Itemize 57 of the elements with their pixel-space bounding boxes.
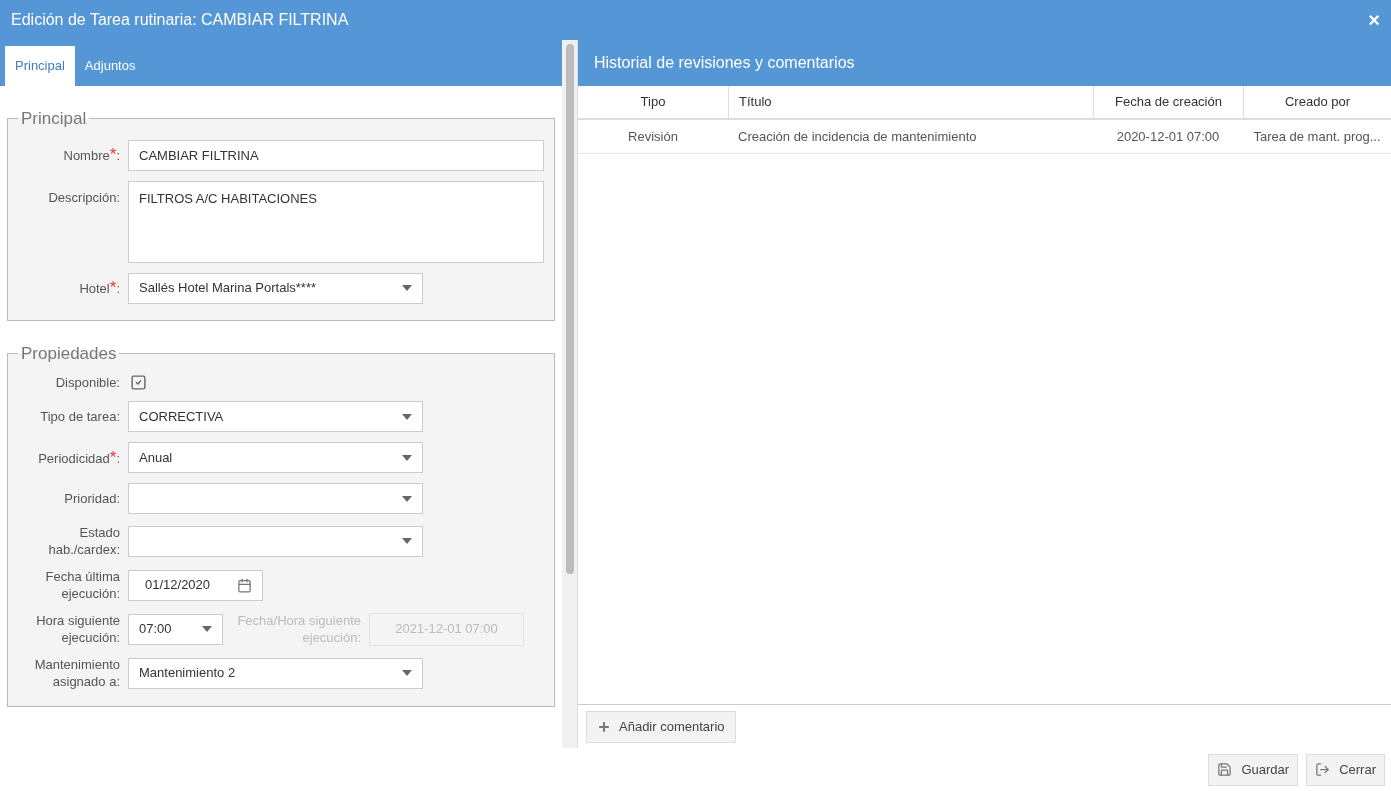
panel-title: Historial de revisiones y comentarios [594,53,855,73]
dropdown-caret-icon [402,285,412,291]
table-cell-text: Creación de incidencia de mantenimiento [737,127,978,146]
field-label: Fecha última ejecución: [45,569,120,601]
field-label: Nombre [63,148,110,163]
field-label: Estado hab./cardex: [48,525,120,557]
close-dialog-button[interactable]: Cerrar [1306,753,1385,786]
field-label: Descripción: [48,189,120,205]
field-label: Disponible: [55,375,120,390]
dropdown-caret-icon [402,538,412,544]
dropdown[interactable]: Anual [128,442,423,473]
plus-icon [597,719,611,734]
name-input[interactable]: CAMBIAR FILTRINA [128,139,544,171]
section-title: Propiedades [20,342,118,365]
table-cell-text: Revisión [627,127,679,146]
field-label: Tipo de tarea: [40,409,120,424]
dropdown-caret-icon [402,413,412,420]
field-label: Hotel [79,281,110,296]
dropdown[interactable]: CORRECTIVA [128,401,423,432]
field-label: Periodicidad [38,450,110,466]
dropdown-caret-icon [402,670,412,676]
dropdown[interactable] [128,525,423,557]
description-textarea[interactable]: FILTROS A/C HABITACIONES [128,180,544,263]
table-cell-text: Tarea de mant. prog... [1252,127,1382,146]
column-header[interactable]: Creado por [1243,86,1391,118]
label-colon: : [116,450,120,466]
dropdown-caret-icon [202,626,212,632]
required-asterisk: * [109,278,117,297]
dropdown-caret-icon [402,454,412,461]
calendar-icon[interactable] [237,577,252,593]
scrollbar-thumb[interactable] [565,44,574,574]
window-title: Edición de Tarea rutinaria: CAMBIAR FILTRINA [11,10,349,30]
label-colon: : [116,281,120,296]
date-field[interactable]: 01/12/2020 [128,569,263,601]
save-button[interactable]: Guardar [1208,753,1299,786]
required-asterisk: * [109,145,117,164]
column-header[interactable]: Fecha de creación [1093,86,1243,118]
column-header[interactable]: Tipo [578,86,728,118]
exit-icon [1315,762,1331,777]
required-asterisk: * [109,447,117,467]
label-colon: : [116,148,120,163]
field-label: Prioridad: [64,491,120,506]
add-comment-button[interactable]: Añadir comentario [586,710,736,743]
dropdown-caret-icon [402,495,412,502]
section-title: Principal [20,108,88,130]
time-dropdown[interactable]: 07:00 [128,613,223,645]
column-header[interactable]: Título [728,86,1093,118]
dropdown[interactable]: Sallés Hotel Marina Portals**** [128,272,423,304]
table-cell-text: 2020-12-01 07:00 [1115,127,1221,146]
checkbox[interactable] [128,374,149,391]
field-label: Fecha/Hora siguiente ejecución: [237,613,361,645]
field-label: Mantenimiento asignado a: [34,657,120,689]
readonly-field: 2021-12-01 07:00 [369,612,524,646]
field-label: Hora siguiente ejecución: [36,613,120,645]
dropdown[interactable]: Mantenimiento 2 [128,657,423,689]
tab[interactable]: Principal [5,46,75,86]
dropdown[interactable] [128,483,423,514]
